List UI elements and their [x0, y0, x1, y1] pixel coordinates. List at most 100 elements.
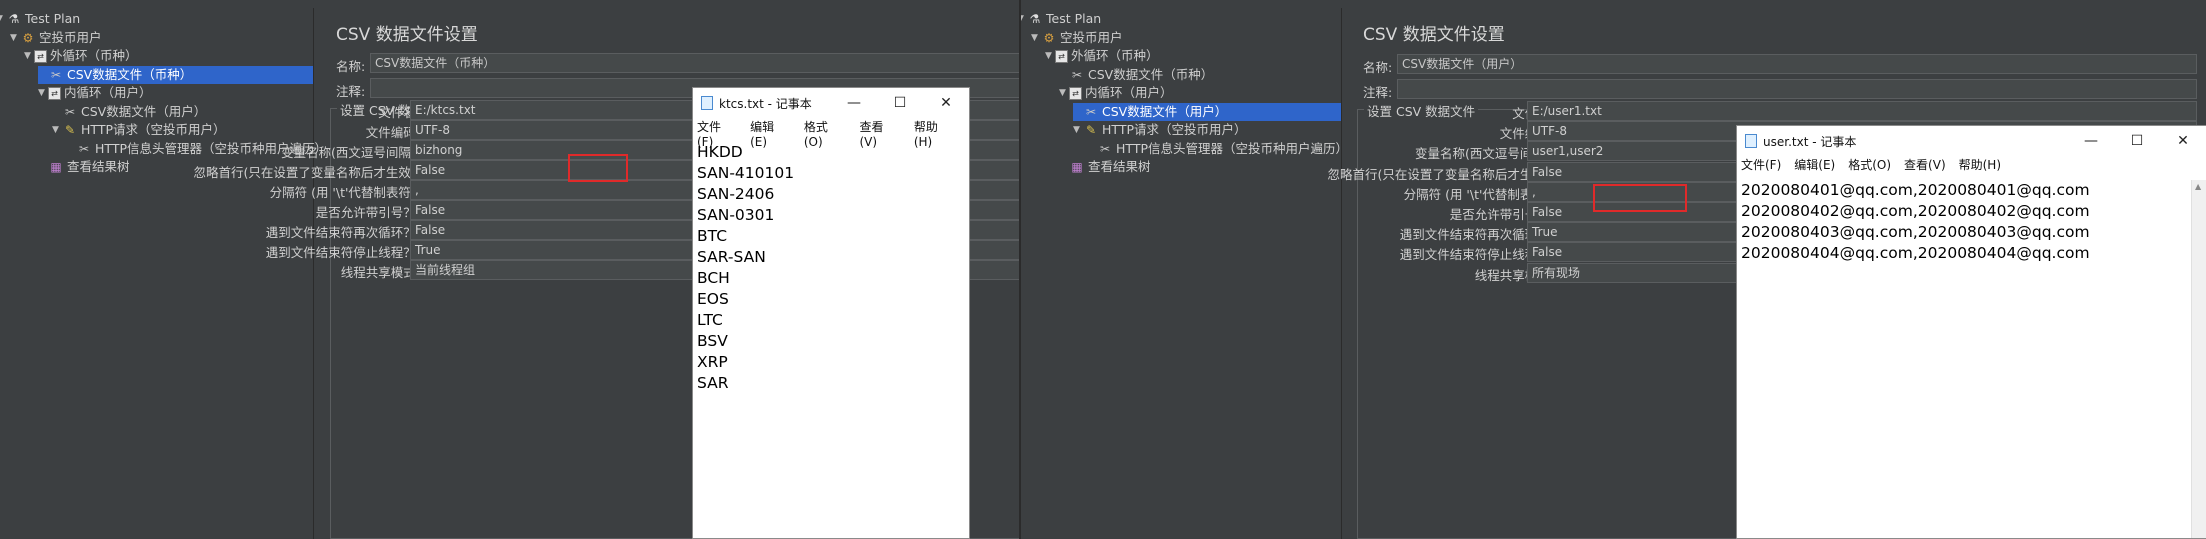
comment-input[interactable] — [1397, 79, 2197, 99]
loop-icon: ⇄ — [1069, 86, 1082, 100]
tree-item[interactable]: ▼ ⇄ 内循环（用户） — [38, 84, 152, 102]
name-input[interactable]: CSV数据文件（币种） — [370, 53, 1019, 73]
group-label: 设置 CSV 数据文件 — [1364, 101, 1479, 120]
scissors-icon: ✂ — [1099, 141, 1111, 156]
tree-item[interactable]: ▼⚗Test Plan — [1021, 10, 1101, 28]
notepad-menu-item[interactable]: 帮助(H) — [914, 118, 956, 149]
scissors-icon: ✂ — [50, 67, 62, 82]
close-icon[interactable]: ✕ — [923, 95, 969, 111]
tree-item[interactable]: ✂ CSV数据文件（用户） — [1073, 102, 1341, 121]
tree-item-label: CSV数据文件（用户） — [1102, 103, 1228, 119]
notepad-line: 2020080404@qq.com,2020080404@qq.com — [1741, 244, 2090, 262]
setting-label: 忽略首行(只在设置了变量名称后才生效): — [1327, 166, 1554, 182]
pen-icon: ✎ — [1085, 123, 1097, 137]
notepad-line: BSV — [697, 332, 728, 350]
maximize-icon[interactable]: ☐ — [877, 95, 923, 111]
notepad-menu-item[interactable]: 查看(V) — [1904, 156, 1946, 176]
maximize-icon[interactable]: ☐ — [2114, 133, 2160, 149]
tree-item[interactable]: ▼⚗Test Plan — [0, 10, 80, 28]
tree-item-label: CSV数据文件（币种） — [67, 66, 193, 82]
tree-item[interactable]: ▼ ✎ HTTP请求（空投币用户） — [1073, 121, 1247, 139]
variable-names-highlight-box — [1593, 184, 1687, 212]
name-label: 名称: — [1363, 60, 1393, 75]
expand-toggle-icon[interactable]: ▼ — [1045, 47, 1055, 65]
tree-item-label: 外循环（币种） — [1071, 48, 1159, 63]
notepad-line: SAR — [697, 374, 729, 392]
notepad-title: user.txt - 记事本 — [1763, 134, 1857, 149]
tree-item[interactable]: ▼ ⇄ 外循环（币种） — [1045, 47, 1159, 65]
notepad-menu-item[interactable]: 查看(V) — [859, 118, 900, 149]
expand-toggle-icon[interactable]: ▼ — [1031, 29, 1041, 47]
notepad-menu-item[interactable]: 文件(F) — [697, 118, 737, 149]
tree-item[interactable]: ▼ ⚙ 空投币用户 — [10, 29, 102, 47]
minimize-icon[interactable]: — — [831, 95, 877, 111]
tree-item[interactable]: ✂ CSV数据文件（币种） — [1059, 66, 1213, 84]
tree-item-label: 内循环（用户） — [64, 85, 152, 100]
chart-icon: ▦ — [1071, 160, 1083, 174]
notepad-title: ktcs.txt - 记事本 — [719, 96, 812, 111]
expand-toggle-icon[interactable]: ▼ — [1073, 121, 1083, 139]
tree-item[interactable]: ▼ ⇄ 外循环（币种） — [24, 47, 138, 65]
notepad-line: BTC — [697, 227, 728, 245]
tree-item-label: 空投币用户 — [39, 29, 102, 45]
notepad-menu-item[interactable]: 编辑(E) — [750, 118, 791, 149]
expand-toggle-icon[interactable]: ▼ — [24, 47, 34, 65]
notepad-content[interactable]: 2020080401@qq.com,2020080401@qq.com 20200… — [1738, 180, 2190, 538]
flask-icon: ⚗ — [8, 12, 20, 26]
tree-item-label: HTTP请求（空投币用户） — [81, 122, 226, 137]
notepad-icon — [1745, 134, 1757, 148]
left-jmeter-window: ▼⚗Test Plan▼⚙空投币用户▼⇄外循环（币种）✂CSV数据文件（币种）▼… — [0, 0, 1019, 539]
notepad-line: SAN-2406 — [697, 185, 775, 203]
tree-item[interactable]: ▼ ⇄ 内循环（用户） — [1059, 84, 1173, 102]
notepad-line: EOS — [697, 290, 729, 308]
tree-item-label: Test Plan — [25, 11, 81, 26]
minimize-icon[interactable]: — — [2068, 133, 2114, 149]
tree-item-label: 内循环（用户） — [1085, 85, 1173, 100]
notepad-menu: 文件(F) 编辑(E) 格式(O) 查看(V) 帮助(H) — [1737, 156, 2206, 176]
tree-item[interactable]: ✂ CSV数据文件（币种） — [38, 65, 313, 84]
close-icon[interactable]: ✕ — [2160, 133, 2206, 149]
scissors-icon: ✂ — [64, 104, 76, 119]
expand-toggle-icon[interactable]: ▼ — [52, 121, 62, 139]
notepad-menu-item[interactable]: 帮助(H) — [1959, 156, 2001, 176]
notepad-menu-item[interactable]: 编辑(E) — [1794, 156, 1835, 176]
notepad-scrollbar[interactable]: ▲ — [2191, 180, 2206, 538]
expand-toggle-icon[interactable]: ▼ — [1021, 10, 1027, 28]
notepad-line: 2020080402@qq.com,2020080402@qq.com — [1741, 202, 2090, 220]
notepad-menu-item[interactable]: 格式(O) — [1848, 156, 1891, 176]
notepad-menu-item[interactable]: 格式(O) — [804, 118, 847, 149]
scissors-icon: ✂ — [1085, 104, 1097, 119]
expand-toggle-icon[interactable]: ▼ — [38, 84, 48, 102]
tree-item[interactable]: ✂ HTTP信息头管理器（空投币种用户遍历） — [1087, 140, 1348, 158]
notepad-titlebar: user.txt - 记事本 — ☐ ✕ — [1737, 126, 2206, 156]
tree-item-label: CSV数据文件（用户） — [81, 103, 207, 119]
tree-item[interactable]: ▼ ⚙ 空投币用户 — [1031, 29, 1123, 47]
page-title: CSV 数据文件设置 — [336, 25, 478, 45]
notepad-icon — [701, 96, 713, 110]
tree-item[interactable]: ✂ CSV数据文件（用户） — [52, 103, 206, 121]
gear-icon: ⚙ — [1043, 30, 1055, 45]
notepad-line: 2020080403@qq.com,2020080403@qq.com — [1741, 223, 2090, 241]
tree-item-label: HTTP请求（空投币用户） — [1102, 122, 1247, 137]
gear-icon: ⚙ — [22, 30, 34, 45]
setting-label: 遇到文件结束符停止线程？: — [265, 245, 420, 260]
notepad-line: HKDD — [697, 143, 743, 161]
tree-item[interactable]: ▦ 查看结果树 — [1059, 158, 1150, 176]
name-input[interactable]: CSV数据文件（用户） — [1397, 54, 2197, 74]
scroll-up-icon[interactable]: ▲ — [2195, 182, 2201, 191]
tree-item-label: HTTP信息头管理器（空投币种用户遍历） — [1116, 140, 1348, 156]
setting-value-field[interactable]: E:/user1.txt — [1527, 101, 2197, 121]
tree-item[interactable]: ▼ ✎ HTTP请求（空投币用户） — [52, 121, 226, 139]
expand-toggle-icon[interactable]: ▼ — [1059, 84, 1069, 102]
tree-item-label: CSV数据文件（币种） — [1088, 66, 1214, 82]
setting-label: 变量名称(西文逗号间隔): — [281, 145, 420, 160]
notepad-line: XRP — [697, 353, 728, 371]
right-jmeter-window: ▼⚗Test Plan▼⚙空投币用户▼⇄外循环（币种）✂CSV数据文件（币种）▼… — [1019, 0, 2206, 539]
notepad-menu-item[interactable]: 文件(F) — [1741, 156, 1781, 176]
notepad-content[interactable]: HKDD SAN-410101 SAN-2406 SAN-0301 BTC SAR-SAN… — [694, 142, 953, 538]
test-plan-tree: ▼⚗Test Plan▼⚙空投币用户▼⇄外循环（币种）✂CSV数据文件（币种）▼… — [0, 8, 327, 539]
tree-item[interactable]: ▦ 查看结果树 — [38, 158, 129, 176]
expand-toggle-icon[interactable]: ▼ — [10, 29, 20, 47]
loop-icon: ⇄ — [48, 86, 61, 100]
loop-icon: ⇄ — [34, 49, 47, 63]
